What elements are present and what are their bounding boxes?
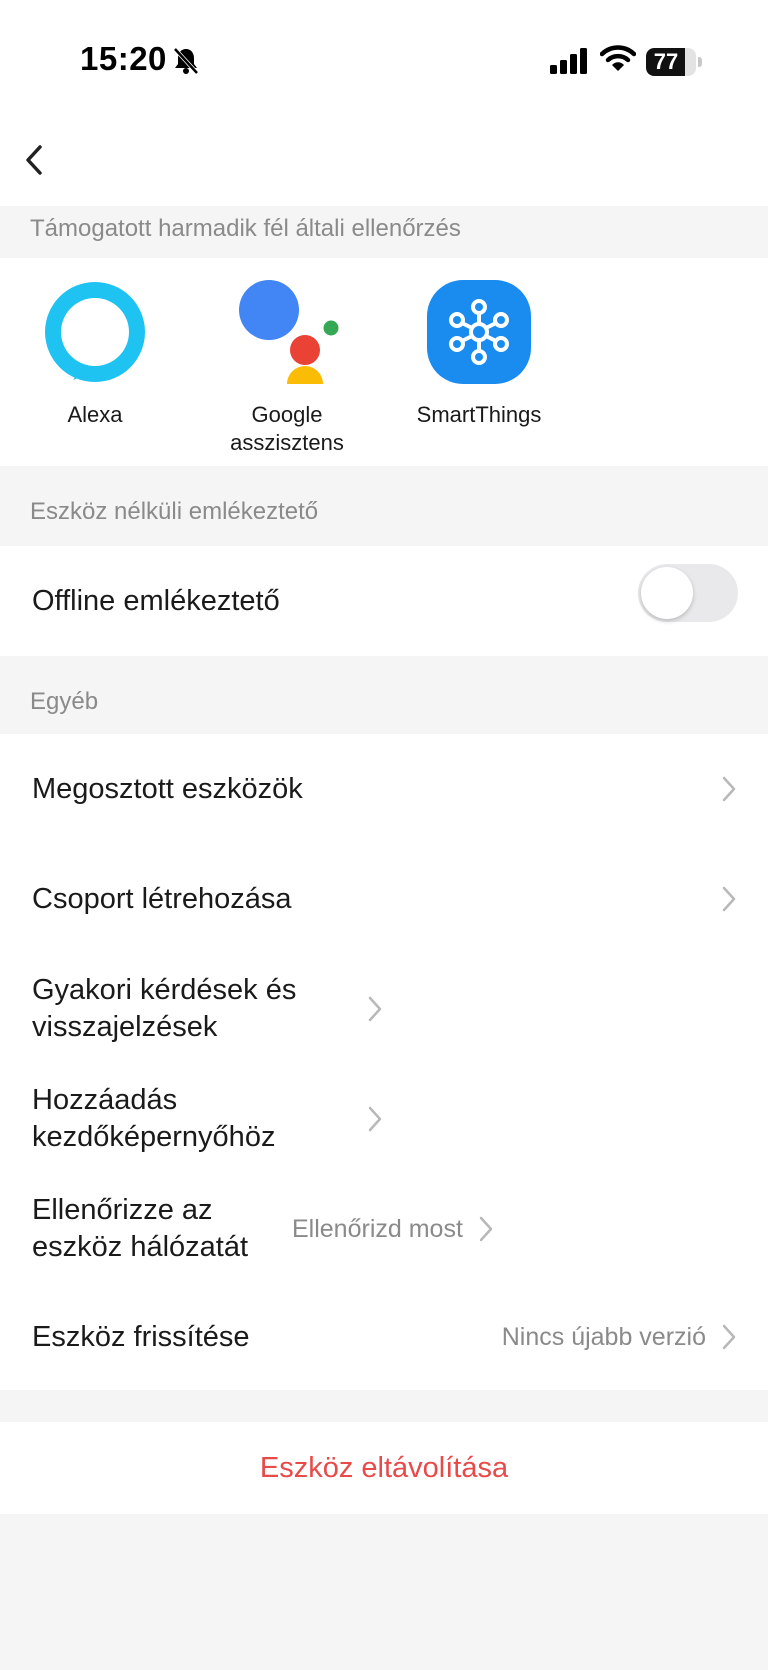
remove-device-button[interactable]: Eszköz eltávolítása bbox=[0, 1422, 768, 1514]
list-item-label: Ellenőrizze az eszköz hálózatát bbox=[32, 1194, 249, 1263]
list-item-value: Nincs újabb verzió bbox=[501, 1322, 706, 1351]
chevron-right-icon bbox=[368, 996, 382, 1022]
integration-alexa[interactable]: Alexa bbox=[0, 280, 190, 429]
other-card: Megosztott eszközök Csoport létrehozása … bbox=[0, 734, 768, 1390]
battery-icon: 77 bbox=[646, 48, 696, 76]
status-time: 15:20 bbox=[80, 40, 167, 77]
bell-slash-icon bbox=[173, 47, 199, 75]
list-item-device-update[interactable]: Eszköz frissítése Nincs újabb verzió bbox=[0, 1284, 768, 1390]
section-header-other: Egyéb bbox=[0, 656, 768, 734]
integrations-card: Alexa Google asszisztens SmartThings bbox=[0, 258, 768, 466]
chevron-right-icon bbox=[722, 1324, 736, 1350]
section-header-offline: Eszköz nélküli emlékeztető bbox=[0, 466, 768, 546]
battery-level-text: 77 bbox=[653, 49, 679, 74]
offline-card: Offline emlékeztető bbox=[0, 546, 768, 656]
battery-tip bbox=[698, 57, 702, 67]
list-item-create-group[interactable]: Csoport létrehozása bbox=[0, 844, 768, 954]
integration-label-smartthings: SmartThings bbox=[416, 402, 542, 427]
chevron-right-icon bbox=[722, 776, 736, 802]
integration-smartthings[interactable]: SmartThings bbox=[384, 280, 574, 429]
offline-reminder-toggle[interactable] bbox=[638, 564, 738, 622]
cellular-signal-icon bbox=[550, 48, 587, 74]
list-item-check-network[interactable]: Ellenőrizze az eszköz hálózatát Ellenőri… bbox=[0, 1174, 768, 1284]
chevron-right-icon bbox=[368, 1106, 382, 1132]
chevron-right-icon bbox=[722, 886, 736, 912]
list-item-faq-feedback[interactable]: Gyakori kérdések és visszajelzések bbox=[0, 954, 768, 1064]
list-item-value: Ellenőrizd most bbox=[292, 1214, 463, 1243]
offline-reminder-label: Offline emlékeztető bbox=[32, 584, 280, 617]
remove-device-label: Eszköz eltávolítása bbox=[259, 1451, 509, 1484]
section-header-third-party: Támogatott harmadik fél általi ellenőrzé… bbox=[0, 206, 768, 258]
status-bar: 15:20 77 bbox=[0, 0, 768, 110]
list-item-label: Hozzáadás kezdőképernyőhöz bbox=[32, 1084, 276, 1153]
wifi-icon bbox=[600, 45, 636, 71]
list-item-label: Megosztott eszközök bbox=[32, 772, 303, 805]
smartthings-icon bbox=[427, 280, 531, 384]
chevron-left-icon[interactable] bbox=[10, 135, 60, 185]
alexa-icon bbox=[45, 282, 145, 382]
google-assistant-icon bbox=[239, 280, 339, 402]
integration-google-assistant[interactable]: Google asszisztens bbox=[192, 280, 382, 457]
list-item-shared-devices[interactable]: Megosztott eszközök bbox=[0, 734, 768, 844]
integration-label-alexa: Alexa bbox=[67, 402, 123, 427]
toggle-knob bbox=[641, 567, 693, 619]
list-item-label: Gyakori kérdések és visszajelzések bbox=[32, 974, 297, 1043]
list-item-add-to-home-screen[interactable]: Hozzáadás kezdőképernyőhöz bbox=[0, 1064, 768, 1174]
nav-bar bbox=[0, 110, 768, 206]
chevron-right-icon bbox=[479, 1216, 493, 1242]
list-item-label: Eszköz frissítése bbox=[32, 1320, 250, 1353]
integration-label-google-assistant: Google asszisztens bbox=[230, 402, 344, 455]
list-item-label: Csoport létrehozása bbox=[32, 882, 292, 915]
